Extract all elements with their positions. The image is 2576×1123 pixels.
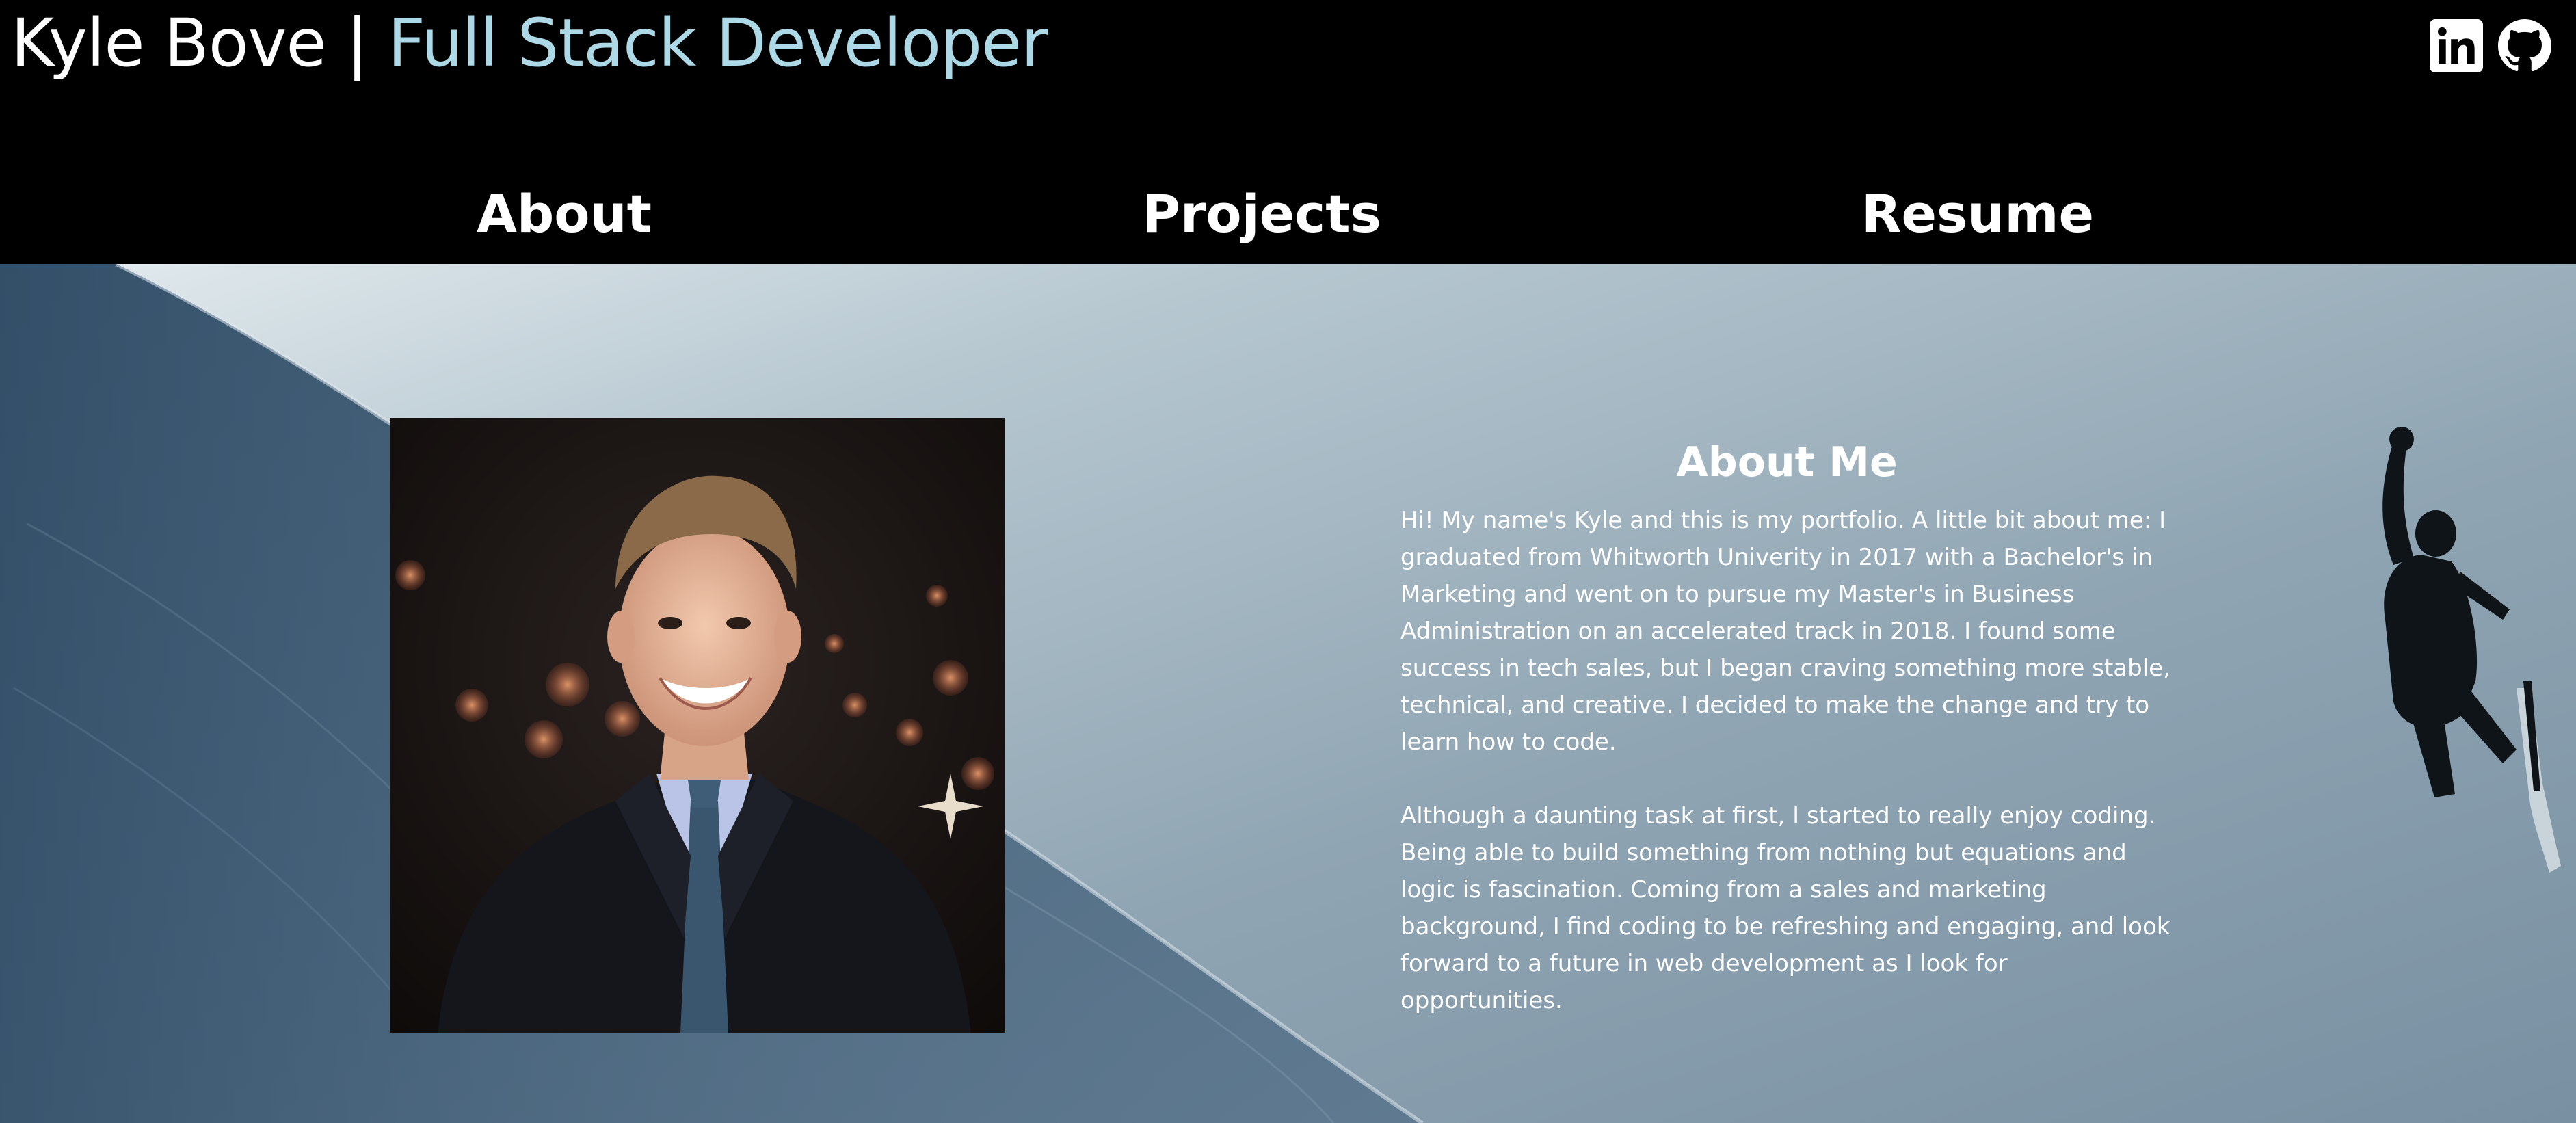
nav-link-resume[interactable]: Resume bbox=[1861, 176, 2094, 252]
about-heading: About Me bbox=[1676, 438, 1898, 486]
github-icon bbox=[2498, 19, 2551, 72]
developer-name: Kyle Bove bbox=[11, 5, 326, 81]
nav-link-about[interactable]: About bbox=[477, 176, 652, 252]
site-title: Kyle Bove | Full Stack Developer bbox=[11, 5, 1048, 81]
hero-background: About Me Hi! My name's Kyle and this is … bbox=[0, 264, 2576, 1123]
nav-link-projects[interactable]: Projects bbox=[1142, 176, 1381, 252]
profile-photo-illustration bbox=[390, 418, 1005, 1033]
title-separator: | bbox=[326, 5, 388, 81]
github-link[interactable] bbox=[2498, 19, 2551, 72]
linkedin-icon bbox=[2430, 19, 2483, 72]
portfolio-page: Kyle Bove | Full Stack Developer About P… bbox=[0, 0, 2576, 1123]
social-links bbox=[2430, 19, 2551, 72]
developer-role: Full Stack Developer bbox=[387, 5, 1048, 81]
site-header: Kyle Bove | Full Stack Developer About P… bbox=[0, 0, 2576, 264]
snowboard-background-image bbox=[0, 264, 2576, 1123]
about-paragraph-2: Although a daunting task at first, I sta… bbox=[1400, 802, 2170, 1014]
about-section: About Me Hi! My name's Kyle and this is … bbox=[1400, 438, 2173, 1056]
profile-photo bbox=[390, 418, 1005, 1033]
linkedin-link[interactable] bbox=[2430, 19, 2483, 72]
main-nav: About Projects Resume bbox=[0, 176, 2576, 252]
about-paragraph-1: Hi! My name's Kyle and this is my portfo… bbox=[1400, 507, 2170, 756]
